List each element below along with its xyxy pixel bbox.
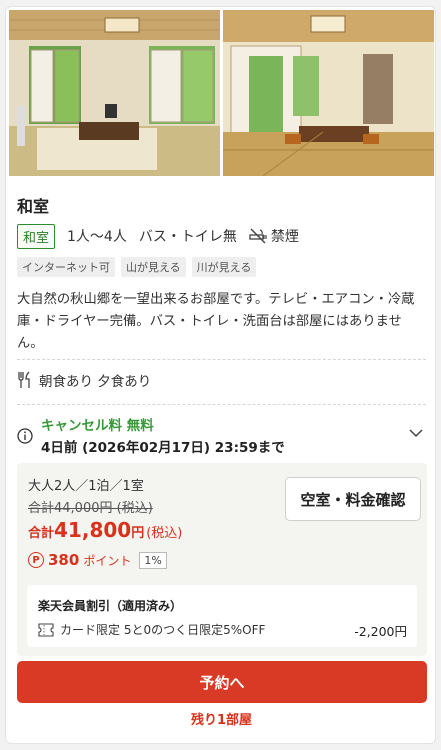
cancellation-deadline: 4日前 (2026年02月17日) 23:59まで: [41, 440, 285, 456]
total-prefix: 合計: [28, 526, 55, 541]
room-bath: バス・トイレ無: [138, 229, 237, 245]
discount-description: カード限定 5と0のつく日限定5%OFF: [60, 623, 266, 637]
member-discount: 楽天会員割引（適用済み） カード限定 5と0のつく日限定5%OFF -2,200…: [27, 585, 417, 647]
total-amount: 41,800: [54, 518, 132, 542]
occupancy-info: 大人2人／1泊／1室: [28, 479, 144, 494]
points-amount: 380: [48, 551, 80, 569]
cancellation-policy[interactable]: キャンセル料 無料 4日前 (2026年02月17日) 23:59まで: [17, 412, 427, 458]
points-info: P 380 ポイント 1%: [28, 551, 167, 569]
point-icon: P: [28, 552, 44, 568]
room-photo-2[interactable]: [223, 10, 434, 176]
room-attributes: 和室 1人～4人 バス・トイレ無 禁煙: [17, 223, 299, 249]
room-photo-1[interactable]: [9, 10, 220, 176]
divider: [17, 404, 426, 405]
room-plan-card: 和室 和室 1人～4人 バス・トイレ無 禁煙 インターネット可 山が見える 川が…: [5, 6, 436, 744]
meal-info: 朝食あり 夕食あり: [17, 370, 151, 390]
no-smoking-icon: [249, 228, 267, 244]
info-icon: [17, 428, 33, 444]
room-capacity: 1人～4人: [67, 229, 127, 245]
tag-mountain-view: 山が見える: [121, 257, 186, 277]
tag-river-view: 川が見える: [191, 257, 257, 277]
price-box: 大人2人／1泊／1室 合計44,000円 (税込) 合計 41,800 円 (税…: [17, 463, 427, 656]
original-price: 合計44,000円 (税込): [28, 501, 153, 516]
points-unit: ポイント: [83, 553, 132, 568]
meal-label: 朝食あり 夕食あり: [39, 374, 152, 390]
room-photos: [9, 10, 434, 176]
tag-internet: インターネット可: [17, 257, 115, 277]
smoking-info: 禁煙: [249, 226, 299, 246]
smoking-label: 禁煙: [270, 229, 299, 245]
room-tags: インターネット可 山が見える 川が見える: [17, 257, 257, 277]
total-unit: 円: [131, 526, 145, 541]
divider: [17, 359, 426, 360]
chevron-down-icon[interactable]: [409, 428, 423, 438]
discount-row: カード限定 5と0のつく日限定5%OFF: [38, 621, 265, 638]
room-description: 大自然の秋山郷を一望出来るお部屋です。テレビ・エアコン・冷蔵庫・ドライヤー完備。…: [17, 292, 415, 351]
total-tax: (税込): [146, 526, 183, 541]
room-title: 和室: [17, 197, 50, 216]
coupon-icon: [38, 622, 54, 637]
discount-title: 楽天会員割引（適用済み）: [38, 599, 183, 613]
cutlery-icon: [18, 371, 30, 388]
points-rate: 1%: [139, 551, 167, 569]
discount-amount: -2,200円: [354, 624, 407, 639]
room-type-badge: 和室: [17, 223, 56, 249]
check-vacancy-button[interactable]: 空室・料金確認: [285, 477, 421, 521]
rooms-remaining: 残り1部屋: [190, 713, 253, 728]
cancellation-title: キャンセル料 無料: [41, 418, 154, 434]
reserve-button[interactable]: 予約へ: [17, 661, 427, 703]
total-price: 合計 41,800 円 (税込): [28, 518, 182, 542]
